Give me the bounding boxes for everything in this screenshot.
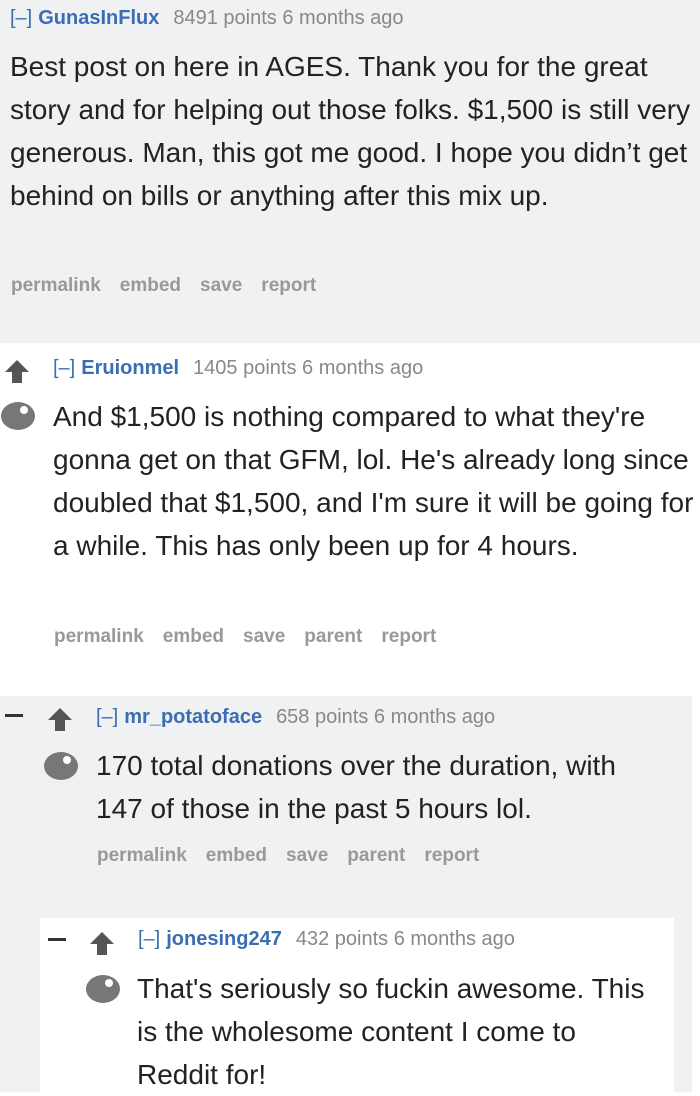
comment-jonesing247: [–] jonesing247 432 points 6 months ago Th… [40,918,674,1092]
comment-tagline: [–] jonesing247 432 points 6 months ago [138,928,515,951]
comment-actions: permalink embed save parent report [54,626,455,648]
upvote-arrow-icon[interactable] [4,358,30,384]
embed-link[interactable]: embed [120,275,181,296]
permalink-link[interactable]: permalink [97,845,187,866]
report-link[interactable]: report [261,275,316,296]
collapse-toggle[interactable]: [–] [53,357,75,379]
author-link[interactable]: mr_potatoface [124,706,262,728]
comment-tagline: [–] mr_potatoface 658 points 6 months ago [96,706,495,729]
collapse-toggle[interactable]: [–] [96,706,118,728]
permalink-link[interactable]: permalink [11,275,101,296]
comment-gunasinflux: [–] GunasInFlux 8491 points 6 months ago B… [0,0,700,343]
score-text: 1405 points [193,357,297,379]
comment-tagline: [–] GunasInFlux 8491 points 6 months ago [10,7,404,30]
score-text: 8491 points [173,7,277,29]
score-text: 658 points [276,706,369,728]
timestamp: 6 months ago [373,706,496,728]
snoo-alien-icon [44,752,78,780]
comment-body: And $1,500 is nothing compared to what t… [53,401,694,561]
collapse-dash-icon[interactable] [48,938,66,941]
comment-eruionmel: [–] Eruionmel 1405 points 6 months ago And… [0,343,700,693]
upvote-arrow-icon[interactable] [89,930,115,956]
collapse-toggle[interactable]: [–] [10,7,32,29]
comment-body: 170 total donations over the duration, w… [96,750,616,824]
comment-actions: permalink embed save parent report [97,845,498,867]
save-link[interactable]: save [243,626,285,647]
timestamp: 6 months ago [302,357,424,379]
timestamp: 6 months ago [393,928,515,950]
embed-link[interactable]: embed [206,845,267,866]
embed-link[interactable]: embed [163,626,224,647]
snoo-alien-icon [86,975,120,1003]
collapse-dash-icon[interactable] [5,714,23,717]
report-link[interactable]: report [381,626,436,647]
comment-tagline: [–] Eruionmel 1405 points 6 months ago [53,357,423,380]
save-link[interactable]: save [286,845,328,866]
timestamp: 6 months ago [282,7,404,29]
snoo-alien-icon [1,402,35,430]
save-link[interactable]: save [200,275,242,296]
comment-actions: permalink embed save report [11,275,335,297]
collapse-toggle[interactable]: [–] [138,928,160,950]
report-link[interactable]: report [424,845,479,866]
parent-link[interactable]: parent [304,626,362,647]
comment-body: Best post on here in AGES. Thank you for… [10,51,691,211]
permalink-link[interactable]: permalink [54,626,144,647]
score-text: 432 points [295,928,389,950]
author-link[interactable]: jonesing247 [166,928,282,950]
author-link[interactable]: Eruionmel [81,357,179,379]
comment-body: That's seriously so fuckin awesome. This… [137,973,645,1090]
upvote-arrow-icon[interactable] [47,706,73,732]
author-link[interactable]: GunasInFlux [38,7,159,29]
parent-link[interactable]: parent [347,845,405,866]
